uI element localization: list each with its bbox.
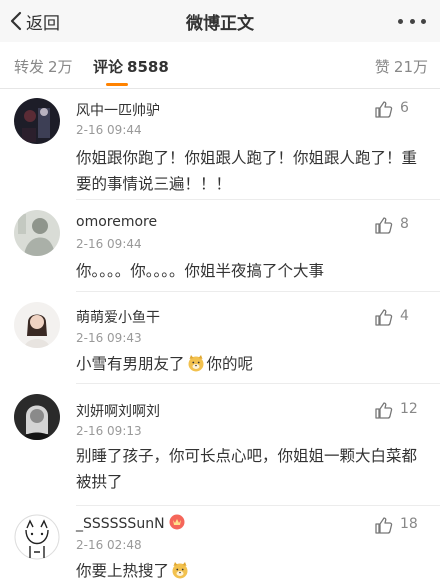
comment-item: omoremore 2-16 09:44 8 你。。。。你。。。。你姐半夜搞了个… xyxy=(0,200,440,292)
comment-text-part: 小雪有男朋友了 xyxy=(76,355,185,373)
avatar[interactable] xyxy=(14,210,60,256)
doge-emoji-icon xyxy=(187,354,205,372)
tab-like[interactable]: 赞 21万 xyxy=(375,56,428,77)
member-badge-icon xyxy=(169,514,185,530)
like-button[interactable] xyxy=(374,215,396,235)
comment-username[interactable]: 萌萌爱小鱼干 xyxy=(76,307,160,327)
tab-like-label: 赞 xyxy=(374,58,390,76)
like-button[interactable] xyxy=(374,515,396,535)
comment-username[interactable]: 风中一匹帅驴 xyxy=(76,100,160,120)
more-options-icon[interactable] xyxy=(398,14,426,28)
comment-text: 别睡了孩子，你可长点心吧，你姐姐一颗大白菜都被拱了 xyxy=(76,447,418,491)
comment-time: 2-16 09:44 xyxy=(76,237,142,251)
thumbs-up-icon xyxy=(375,402,393,419)
comment-time: 2-16 09:44 xyxy=(76,123,142,137)
avatar[interactable] xyxy=(14,302,60,348)
doge-emoji-icon xyxy=(171,561,189,579)
nav-bar: 返回 微博正文 xyxy=(0,0,440,42)
comment-text: 你。。。。你。。。。你姐半夜搞了个大事 xyxy=(76,262,325,280)
comment-username[interactable]: omoremore xyxy=(76,214,157,230)
tab-repost-label: 转发 xyxy=(14,58,45,76)
comment-item: _SSSSSSunN 2-16 02:48 18 你要上热搜了 xyxy=(0,506,440,587)
tab-bar: 转发 2万 评论 8588 赞 21万 xyxy=(0,42,440,89)
avatar[interactable] xyxy=(14,514,60,560)
comment-time: 2-16 09:43 xyxy=(76,331,142,345)
page-title: 微博正文 xyxy=(186,14,254,34)
comment-item: 萌萌爱小鱼干 2-16 09:43 4 小雪有男朋友了 你的呢 xyxy=(0,292,440,384)
like-count: 6 xyxy=(400,100,409,116)
comment-text: 你姐跟你跑了！你姐跟人跑了！你姐跟人跑了！重要的事情说三遍！！！ xyxy=(76,149,418,193)
like-button[interactable] xyxy=(374,400,396,420)
comment-text: 小雪有男朋友了 你的呢 xyxy=(76,351,430,377)
comment-text-part: 你要上热搜了 xyxy=(76,562,170,580)
avatar[interactable] xyxy=(14,98,60,144)
comment-username[interactable]: 刘妍啊刘啊刘 xyxy=(76,401,160,421)
tab-like-count: 21万 xyxy=(393,58,428,76)
comment-item: 刘妍啊刘啊刘 2-16 09:13 12 别睡了孩子，你可长点心吧，你姐姐一颗大… xyxy=(0,384,440,504)
tab-repost-count: 2万 xyxy=(48,58,73,76)
avatar[interactable] xyxy=(14,394,60,440)
like-count: 12 xyxy=(400,401,418,417)
tab-repost[interactable]: 转发 2万 xyxy=(14,56,73,77)
thumbs-up-icon xyxy=(375,217,393,234)
comment-username-text: _SSSSSSunN xyxy=(76,516,165,532)
comment-item: 风中一匹帅驴 2-16 09:44 6 你姐跟你跑了！你姐跟人跑了！你姐跟人跑了… xyxy=(0,89,440,199)
comment-time: 2-16 09:13 xyxy=(76,424,142,438)
thumbs-up-icon xyxy=(375,309,393,326)
tab-comment-count: 8588 xyxy=(127,58,169,76)
like-button[interactable] xyxy=(374,307,396,327)
thumbs-up-icon xyxy=(375,101,393,118)
active-tab-indicator xyxy=(106,83,128,86)
comment-username[interactable]: _SSSSSSunN xyxy=(76,514,185,532)
comment-time: 2-16 02:48 xyxy=(76,538,142,552)
like-count: 18 xyxy=(400,516,418,532)
like-count: 4 xyxy=(400,308,409,324)
like-button[interactable] xyxy=(374,99,396,119)
comment-text-part: 你的呢 xyxy=(206,355,254,373)
tab-comment-label: 评论 xyxy=(93,58,124,76)
like-count: 8 xyxy=(400,216,409,232)
thumbs-up-icon xyxy=(375,517,393,534)
comment-text: 你要上热搜了 xyxy=(76,558,430,584)
tab-comment[interactable]: 评论 8588 xyxy=(93,56,169,77)
